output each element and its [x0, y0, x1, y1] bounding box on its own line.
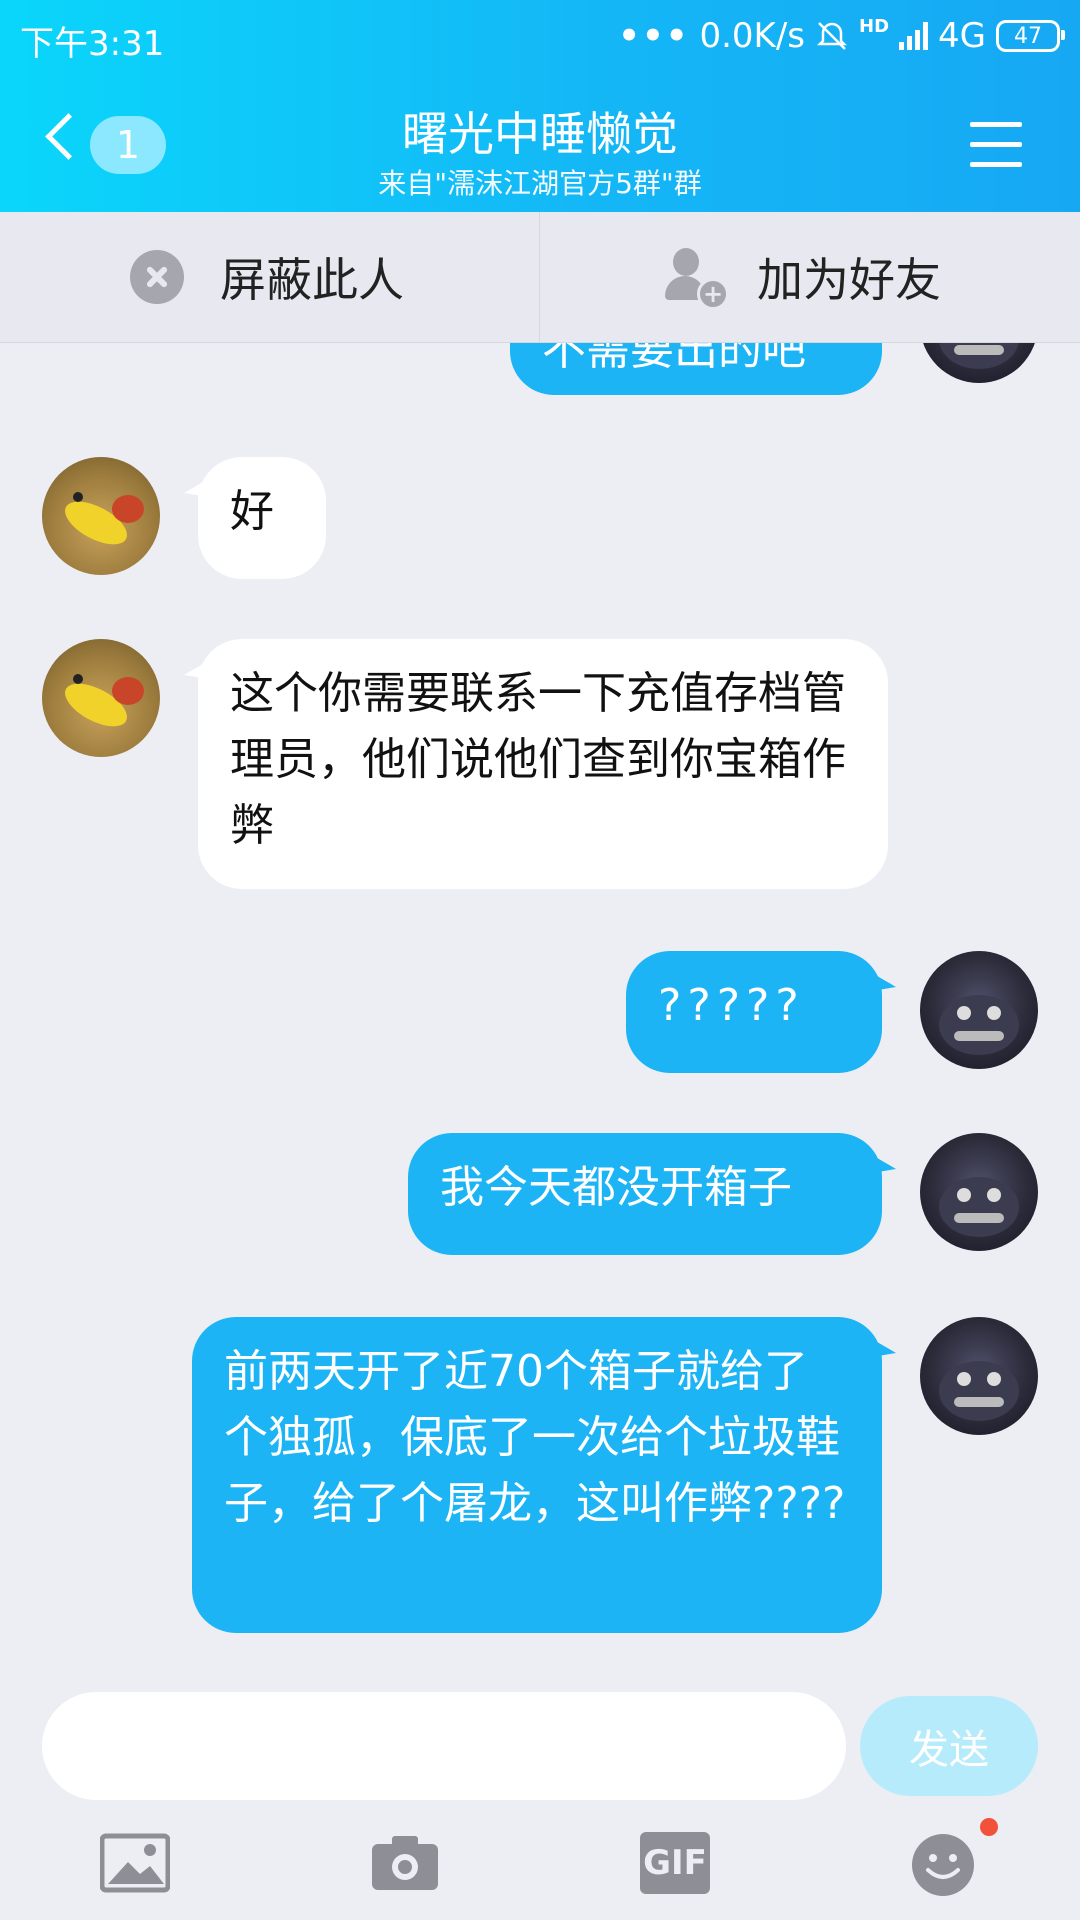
gif-icon[interactable]: GIF — [640, 1832, 710, 1894]
block-icon — [130, 250, 184, 304]
chevron-left-icon — [45, 113, 92, 160]
status-bar: 下午3:31 ••• 0.0K/s HD 4G 47 — [0, 0, 1080, 76]
image-icon[interactable] — [100, 1832, 170, 1894]
message-text: ????? — [658, 980, 805, 1031]
message-text: 这个你需要联系一下充值存档管理员，他们说他们查到你宝箱作弊 — [230, 668, 846, 851]
message-text: 不需要出的吧 — [542, 343, 806, 375]
add-friend-icon: + — [665, 248, 729, 310]
unread-badge: 1 — [90, 116, 166, 174]
message-input[interactable] — [42, 1692, 846, 1800]
self-avatar[interactable] — [920, 343, 1038, 383]
message-bubble-outgoing[interactable]: 前两天开了近70个箱子就给了个独孤，保底了一次给个垃圾鞋子，给了个屠龙，这叫作弊… — [192, 1317, 896, 1633]
message-bubble-outgoing[interactable]: 我今天都没开箱子 — [408, 1133, 896, 1255]
chat-header: 下午3:31 ••• 0.0K/s HD 4G 47 1 曙光中睡懒觉 来自"濡… — [0, 0, 1080, 212]
menu-button[interactable] — [970, 122, 1022, 168]
message-bubble-outgoing[interactable]: ????? — [626, 951, 896, 1073]
status-indicators: ••• 0.0K/s HD 4G 47 — [618, 15, 1065, 56]
message-bubble-incoming[interactable]: 这个你需要联系一下充值存档管理员，他们说他们查到你宝箱作弊 — [184, 639, 888, 889]
message-list[interactable]: 不需要出的吧 好 这个你需要联系一下充值存档管理员，他们说他们查到你宝箱作弊 ?… — [0, 343, 1080, 1673]
back-button[interactable]: 1 — [40, 108, 190, 178]
add-friend-label: 加为好友 — [757, 253, 941, 307]
message-text: 我今天都没开箱子 — [440, 1162, 792, 1213]
signal-icon — [899, 22, 929, 50]
block-user-label: 屏蔽此人 — [220, 253, 404, 307]
add-friend-button[interactable]: + 加为好友 — [665, 212, 941, 342]
message-text: 好 — [230, 486, 274, 537]
message-bubble-incoming[interactable]: 好 — [184, 457, 326, 579]
hd-icon: HD — [859, 15, 890, 37]
page-subtitle: 来自"濡沫江湖官方5群"群 — [378, 167, 702, 200]
camera-icon[interactable] — [370, 1832, 440, 1894]
page-title: 曙光中睡懒觉 — [402, 107, 678, 161]
message-text: 前两天开了近70个箱子就给了个独孤，保底了一次给个垃圾鞋子，给了个屠龙，这叫作弊… — [224, 1346, 846, 1529]
self-avatar[interactable] — [920, 1317, 1038, 1435]
battery-icon: 47 — [996, 20, 1065, 52]
network-type: 4G — [938, 16, 986, 56]
battery-level: 47 — [1014, 23, 1042, 49]
self-avatar[interactable] — [920, 1133, 1038, 1251]
send-button[interactable]: 发送 — [860, 1696, 1038, 1796]
self-avatar[interactable] — [920, 951, 1038, 1069]
action-bar: 屏蔽此人 + 加为好友 — [0, 212, 1080, 343]
block-user-button[interactable]: 屏蔽此人 — [130, 212, 404, 342]
more-dots-icon: ••• — [618, 16, 690, 56]
alarm-off-icon — [816, 22, 848, 50]
network-speed: 0.0K/s — [699, 16, 805, 56]
status-time: 下午3:31 — [20, 24, 165, 64]
action-divider — [539, 212, 540, 342]
gif-label: GIF — [643, 1843, 707, 1883]
sender-avatar[interactable] — [42, 639, 160, 757]
message-bubble-outgoing[interactable]: 不需要出的吧 — [510, 343, 882, 395]
notification-dot — [980, 1818, 998, 1836]
sender-avatar[interactable] — [42, 457, 160, 575]
emoji-icon[interactable] — [910, 1832, 976, 1898]
